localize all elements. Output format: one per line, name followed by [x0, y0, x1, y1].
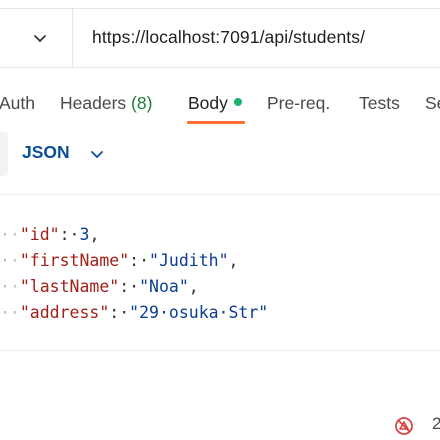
tab-body[interactable]: Body	[188, 93, 242, 114]
whitespace-marker: ··	[0, 225, 20, 244]
postman-request-view: https://localhost:7091/api/students/ Aut…	[0, 0, 440, 440]
divider	[0, 8, 440, 9]
json-comma: ,	[228, 251, 239, 270]
active-tab-underline	[187, 121, 245, 124]
bug-icon[interactable]	[393, 415, 415, 437]
divider	[0, 350, 440, 351]
json-comma: ,	[188, 277, 199, 296]
url-bar: https://localhost:7091/api/students/	[0, 0, 440, 78]
tab-body-label: Body	[188, 93, 228, 113]
body-format-dropdown[interactable]: JSON	[22, 142, 70, 163]
json-value: "Noa"	[139, 277, 189, 296]
request-tabs: Auth Headers (8) Body Pre-req. Tests Se	[0, 86, 440, 130]
url-input[interactable]: https://localhost:7091/api/students/	[92, 27, 365, 48]
body-type-row: JSON	[0, 130, 440, 178]
json-value: "Judith"	[149, 251, 229, 270]
code-line: ··"lastName":·"Noa",	[0, 274, 440, 300]
code-line: ··"id":·3,	[0, 222, 440, 248]
divider	[0, 194, 440, 195]
divider	[0, 67, 440, 68]
tab-headers[interactable]: Headers (8)	[60, 93, 152, 114]
json-key: "address"	[19, 303, 110, 322]
active-indicator-dot	[233, 98, 242, 106]
json-body-editor[interactable]: ··"id":·3, ··"firstName":·"Judith", ··"l…	[0, 222, 440, 326]
code-line: ··"address":·"29·osuka·Str"	[0, 300, 440, 326]
tab-tests[interactable]: Tests	[359, 93, 400, 114]
chevron-down-icon[interactable]	[30, 28, 50, 48]
json-key: "firstName"	[19, 251, 130, 270]
whitespace-marker: ··	[0, 251, 20, 270]
whitespace-marker: ··	[0, 303, 20, 322]
json-comma: ,	[89, 225, 100, 244]
json-separator: :·	[109, 303, 130, 322]
whitespace-marker: ··	[0, 277, 20, 296]
divider	[72, 8, 73, 68]
tab-auth[interactable]: Auth	[0, 93, 35, 114]
headers-count-badge: (8)	[131, 93, 153, 113]
json-separator: :·	[119, 277, 140, 296]
tab-prerequest[interactable]: Pre-req.	[267, 93, 330, 114]
json-key: "lastName"	[19, 277, 120, 296]
code-line: ··"firstName":·"Judith",	[0, 248, 440, 274]
json-separator: :·	[129, 251, 150, 270]
tab-headers-label: Headers	[60, 93, 127, 113]
body-mode-selector-edge[interactable]	[0, 132, 8, 176]
status-count: 2	[432, 414, 440, 433]
chevron-down-icon[interactable]	[88, 145, 106, 163]
json-value: 3	[79, 225, 90, 244]
json-value: "29·osuka·Str"	[129, 303, 269, 322]
tab-settings[interactable]: Se	[425, 93, 440, 114]
json-key: "id"	[19, 225, 60, 244]
json-separator: :·	[59, 225, 80, 244]
